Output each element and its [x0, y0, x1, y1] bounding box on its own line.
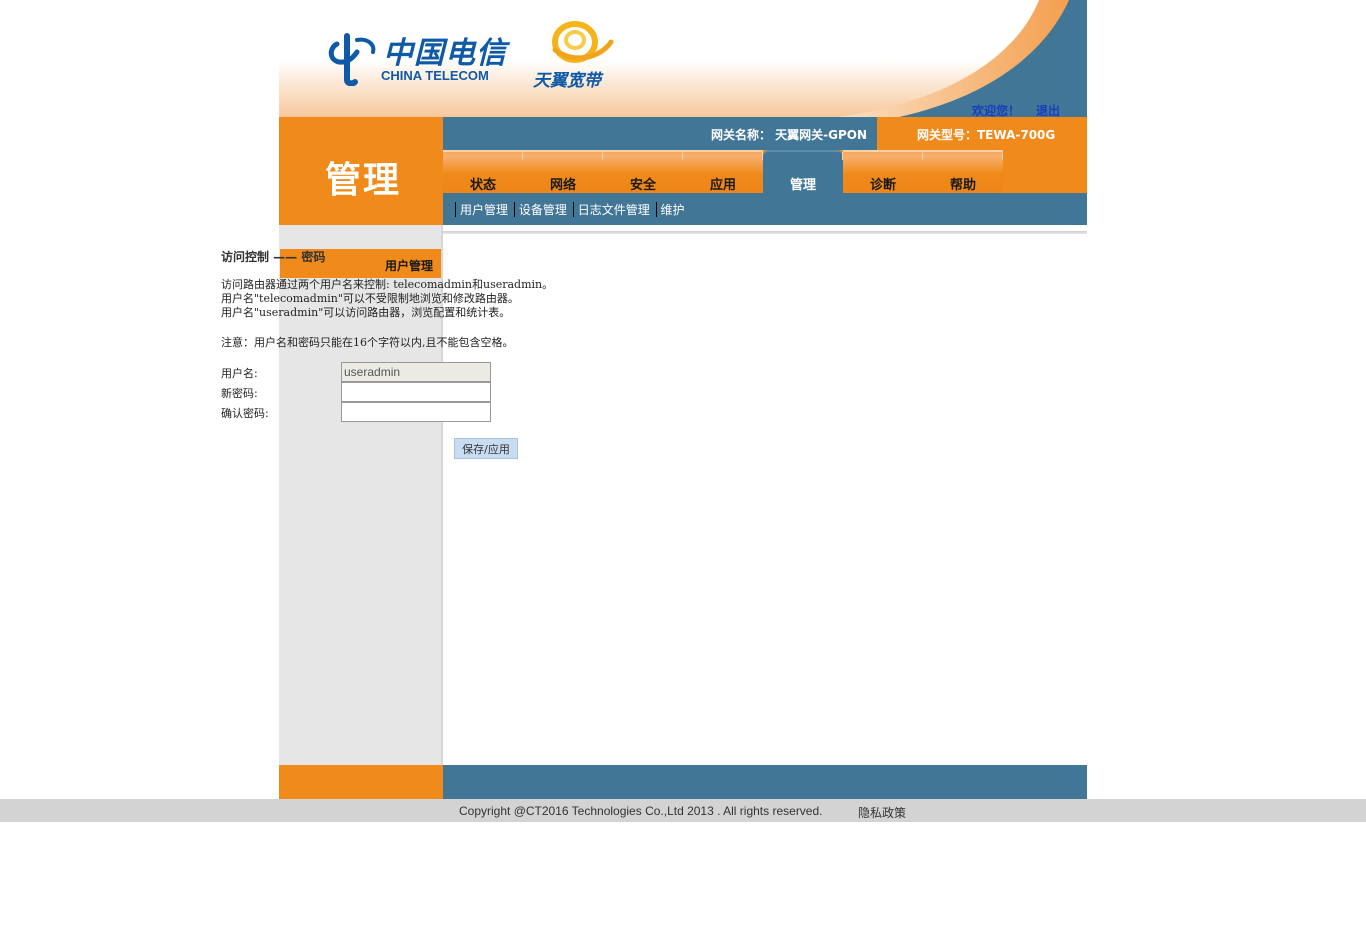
tab-label: 网络	[549, 178, 576, 193]
new-password-label: 新密码:	[221, 387, 258, 400]
gateway-model-box: 网关型号：TEWA-700G	[877, 117, 1087, 150]
username-label: 用户名:	[221, 367, 258, 380]
confirm-password-label: 确认密码:	[221, 407, 269, 420]
content-top-divider	[443, 231, 1087, 234]
new-password-input[interactable]	[341, 382, 491, 402]
sub-nav-separator	[513, 202, 515, 217]
tab-application[interactable]: 应用	[683, 150, 763, 193]
subnav-device-management[interactable]: 设备管理	[519, 203, 567, 217]
subnav-user-management[interactable]: 用户管理	[460, 203, 508, 217]
sub-nav-items: 用户管理 设备管理 日志文件管理 维护	[453, 201, 685, 218]
gateway-info-bar: 网关名称： 天翼网关-GPON 网关型号：TEWA-700G	[443, 117, 1087, 150]
tianyi-broadband-logo: 天翼宽带	[531, 20, 621, 91]
description-line: 用户名"useradmin"可以访问路由器，浏览配置和统计表。	[221, 306, 511, 319]
username-input[interactable]	[341, 362, 491, 382]
save-apply-button[interactable]: 保存/应用	[454, 438, 518, 459]
sub-nav-separator	[655, 202, 657, 217]
sub-nav-separator	[572, 202, 574, 217]
tab-label: 帮助	[949, 178, 976, 193]
footer-band-right	[443, 765, 1087, 799]
tab-network[interactable]: 网络	[523, 150, 603, 193]
privacy-policy-link[interactable]: 隐私政策	[858, 804, 906, 821]
page-title-block: 管理	[279, 117, 443, 225]
product-logo-text: 天翼宽带	[533, 71, 601, 91]
tab-diagnostics[interactable]: 诊断	[843, 150, 923, 193]
gateway-name: 网关名称： 天翼网关-GPON	[710, 128, 867, 142]
tianyi-swirl-icon	[552, 21, 614, 63]
copyright-text: Copyright @CT2016 Technologies Co.,Ltd 2…	[459, 804, 823, 818]
tab-label: 诊断	[869, 178, 896, 193]
header: 中国电信 CHINA TELECOM 天翼宽带 欢迎您！ 退出	[279, 0, 1087, 117]
welcome-text: 欢迎您！	[972, 104, 1021, 117]
page-title: 管理	[325, 160, 402, 201]
tab-label: 状态	[469, 178, 496, 193]
note-text: 注意：用户名和密码只能在16个字符以内,且不能包含空格。	[221, 336, 514, 349]
telecom-e-icon	[328, 33, 376, 86]
tab-label: 应用	[709, 178, 736, 193]
subnav-log-management[interactable]: 日志文件管理	[578, 203, 650, 217]
section-title: 访问控制 —— 密码	[221, 250, 326, 264]
tab-status[interactable]: 状态	[443, 150, 523, 193]
brand-en-text: CHINA TELECOM	[381, 68, 489, 83]
tab-security[interactable]: 安全	[603, 150, 683, 193]
tab-label: 安全	[629, 178, 656, 193]
china-telecom-logo: 中国电信 CHINA TELECOM	[327, 28, 507, 88]
tab-management[interactable]: 管理	[763, 150, 843, 193]
tab-label: 管理	[789, 178, 816, 193]
subnav-maintenance[interactable]: 维护	[661, 203, 685, 217]
copyright-bar: Copyright @CT2016 Technologies Co.,Ltd 2…	[0, 799, 1366, 822]
confirm-password-input[interactable]	[341, 402, 491, 422]
logout-link[interactable]: 退出	[1036, 102, 1060, 117]
tab-help[interactable]: 帮助	[923, 150, 1003, 193]
footer-band-left	[279, 765, 443, 799]
description-line: 用户名"telecomadmin"可以不受限制地浏览和修改路由器。	[221, 292, 519, 305]
sub-nav: 用户管理 设备管理 日志文件管理 维护	[443, 193, 1087, 225]
brand-cn-text: 中国电信	[383, 36, 507, 71]
sub-nav-separator	[455, 202, 456, 217]
main-nav: 状态 网络 安全 应用 管理 诊断 帮助	[443, 150, 1087, 193]
sidebar-item-label: 用户管理	[384, 259, 433, 273]
description-line: 访问路由器通过两个用户名来控制: telecomadmin和useradmin。	[221, 278, 554, 291]
description: 访问路由器通过两个用户名来控制: telecomadmin和useradmin。…	[221, 278, 553, 320]
gateway-model: 网关型号：TEWA-700G	[917, 128, 1056, 142]
